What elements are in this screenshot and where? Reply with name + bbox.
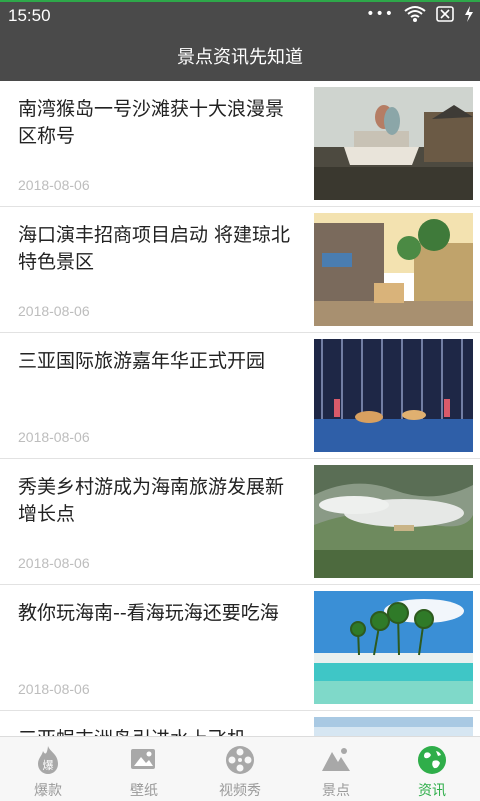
wallpaper-icon xyxy=(127,743,161,777)
news-thumbnail xyxy=(314,213,473,326)
more-dots-icon: ••• xyxy=(366,6,394,22)
news-title: 三亚蜈支洲岛引进水上飞机 xyxy=(18,726,300,736)
news-item[interactable]: 南湾猴岛一号沙滩获十大浪漫景区称号 2018-08-06 xyxy=(0,81,480,207)
news-thumbnail xyxy=(314,591,473,704)
news-title: 秀美乡村游成为海南旅游发展新增长点 xyxy=(18,476,285,525)
news-date: 2018-08-06 xyxy=(18,681,90,697)
tab-hot[interactable]: 爆 爆款 xyxy=(0,737,96,801)
news-item[interactable]: 三亚蜈支洲岛引进水上飞机 xyxy=(0,711,480,736)
mountain-icon xyxy=(319,743,353,777)
tab-label: 资讯 xyxy=(418,783,446,799)
tab-label: 壁纸 xyxy=(130,783,158,799)
news-date: 2018-08-06 xyxy=(18,303,90,319)
news-thumbnail xyxy=(314,465,473,578)
globe-icon xyxy=(415,743,449,777)
news-title: 三亚国际旅游嘉年华正式开园 xyxy=(18,350,266,372)
no-sim-icon xyxy=(436,6,454,26)
news-title: 海口演丰招商项目启动 将建琼北特色景区 xyxy=(18,224,291,273)
svg-text:爆: 爆 xyxy=(43,758,54,772)
app-bar: 景点资讯先知道 xyxy=(0,30,480,81)
news-title: 教你玩海南--看海玩海还要吃海 xyxy=(18,602,279,624)
news-list[interactable]: 南湾猴岛一号沙滩获十大浪漫景区称号 2018-08-06 海口演丰招商项目启动 … xyxy=(0,81,480,736)
news-thumbnail xyxy=(314,87,473,200)
fire-badge-icon: 爆 xyxy=(31,743,65,777)
tab-news[interactable]: 资讯 xyxy=(384,737,480,801)
status-bar: 15:50 ••• xyxy=(0,0,480,30)
film-reel-icon xyxy=(223,743,257,777)
news-title: 南湾猴岛一号沙滩获十大浪漫景区称号 xyxy=(18,98,285,147)
bottom-tab-bar: 爆 爆款 壁纸 视频秀 景点 资讯 xyxy=(0,736,480,801)
tab-video[interactable]: 视频秀 xyxy=(192,737,288,801)
news-thumbnail xyxy=(314,339,473,452)
tab-label: 视频秀 xyxy=(219,783,261,799)
page-title: 景点资讯先知道 xyxy=(177,46,303,68)
news-item[interactable]: 三亚国际旅游嘉年华正式开园 2018-08-06 xyxy=(0,333,480,459)
status-time: 15:50 xyxy=(8,6,51,25)
tab-scenic[interactable]: 景点 xyxy=(288,737,384,801)
news-date: 2018-08-06 xyxy=(18,429,90,445)
news-date: 2018-08-06 xyxy=(18,555,90,571)
news-item[interactable]: 教你玩海南--看海玩海还要吃海 2018-08-06 xyxy=(0,585,480,711)
tab-label: 爆款 xyxy=(34,783,62,799)
status-icons: ••• xyxy=(366,5,474,27)
charging-icon xyxy=(464,6,474,26)
tab-label: 景点 xyxy=(322,783,350,799)
wifi-icon xyxy=(404,5,426,27)
tab-wallpaper[interactable]: 壁纸 xyxy=(96,737,192,801)
news-date: 2018-08-06 xyxy=(18,177,90,193)
news-thumbnail xyxy=(314,717,473,736)
news-item[interactable]: 秀美乡村游成为海南旅游发展新增长点 2018-08-06 xyxy=(0,459,480,585)
news-item[interactable]: 海口演丰招商项目启动 将建琼北特色景区 2018-08-06 xyxy=(0,207,480,333)
